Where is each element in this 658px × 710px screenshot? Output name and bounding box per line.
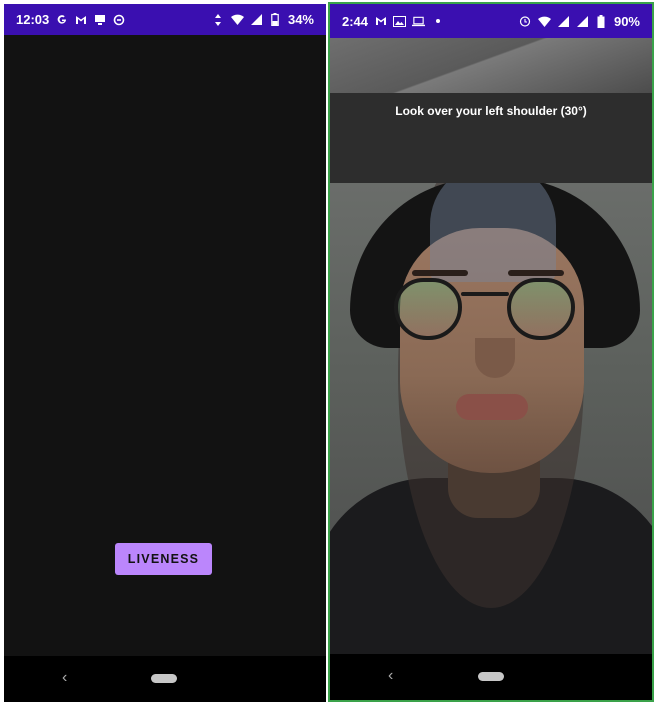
navigation-bar: ‹ bbox=[330, 654, 652, 700]
signal-icon bbox=[576, 15, 589, 28]
signal-icon bbox=[250, 13, 263, 26]
home-pill-icon[interactable] bbox=[151, 674, 177, 683]
back-icon[interactable]: ‹ bbox=[62, 669, 67, 687]
glasses-bridge bbox=[461, 292, 509, 296]
image-icon bbox=[393, 15, 407, 28]
right-eyebrow bbox=[508, 270, 564, 276]
status-bar: 12:03 34% bbox=[4, 4, 326, 35]
laptop-icon bbox=[412, 15, 426, 28]
status-bar-right: 34% bbox=[212, 12, 314, 27]
battery-percent: 34% bbox=[287, 12, 314, 27]
wifi-icon bbox=[230, 13, 244, 26]
signal-icon bbox=[557, 15, 570, 28]
home-pill-icon[interactable] bbox=[478, 672, 504, 681]
liveness-instruction: Look over your left shoulder (30°) bbox=[395, 104, 587, 118]
status-time: 2:44 bbox=[342, 13, 369, 29]
google-icon bbox=[55, 13, 68, 26]
glasses-right-lens bbox=[507, 278, 575, 340]
data-arrows-icon bbox=[212, 13, 225, 26]
alarm-icon bbox=[519, 15, 532, 28]
gmail-icon bbox=[374, 15, 387, 28]
status-bar-left: 12:03 bbox=[16, 12, 125, 27]
battery-icon bbox=[595, 14, 608, 28]
camera-background-top bbox=[330, 38, 652, 93]
sync-icon bbox=[112, 13, 125, 26]
back-icon[interactable]: ‹ bbox=[388, 667, 393, 685]
liveness-button[interactable]: LIVENESS bbox=[115, 543, 212, 575]
left-phone-screen: 12:03 34% LIVENESS ‹ bbox=[4, 4, 326, 702]
status-time: 12:03 bbox=[16, 12, 50, 27]
battery-icon bbox=[269, 13, 282, 26]
tv-icon bbox=[93, 13, 106, 26]
navigation-bar: ‹ bbox=[4, 656, 326, 702]
wifi-icon bbox=[537, 15, 551, 28]
person-mouth bbox=[456, 394, 528, 420]
left-eyebrow bbox=[412, 270, 468, 276]
status-bar-right: 90% bbox=[519, 14, 640, 29]
battery-percent: 90% bbox=[613, 13, 640, 29]
gmail-icon bbox=[74, 13, 87, 26]
glasses-left-lens bbox=[394, 278, 462, 340]
status-bar: 2:44 90% bbox=[330, 4, 652, 38]
dot-icon bbox=[431, 15, 444, 28]
camera-preview: Look over your left shoulder (30°) bbox=[330, 38, 652, 658]
person-nose bbox=[475, 338, 515, 378]
right-phone-screen: 2:44 90% Look over your left shoulder (3… bbox=[328, 2, 654, 702]
status-bar-left: 2:44 bbox=[342, 14, 444, 29]
